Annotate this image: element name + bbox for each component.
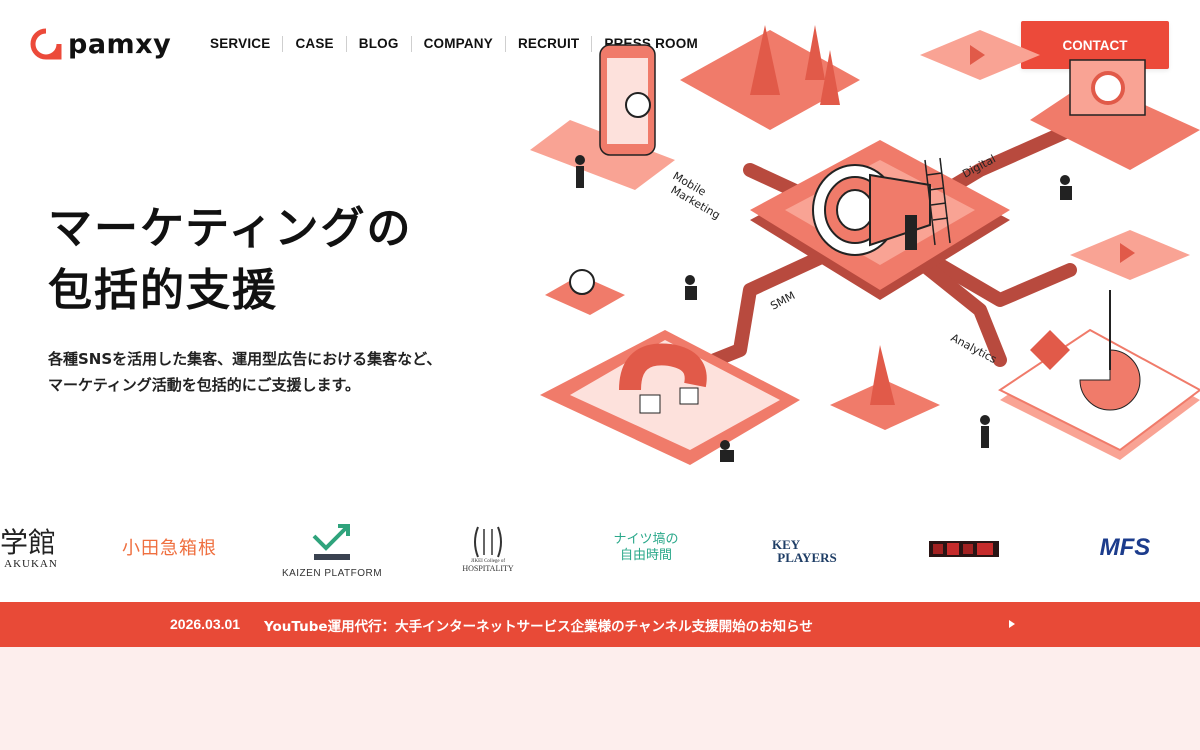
brand-logo[interactable]: pamxy [30, 28, 171, 60]
client-logo-odakyu-hakone: 小田急箱根 [112, 532, 227, 562]
client-sub: PLAYERS [777, 550, 837, 565]
client-logo-key-players: KEY PLAYERS [766, 534, 848, 568]
client-logo-naitsu-hanawa: ナイツ塙の 自由時間 [604, 528, 688, 568]
hero-title: マーケティングの 包括的支援 [48, 198, 412, 322]
client-name: ナイツ塙の [613, 532, 679, 547]
client-logo-shogakukan: 学館 AKUKAN [0, 524, 62, 574]
hero-title-line1: マーケティングの [48, 203, 413, 254]
pamxy-logo-icon [30, 28, 62, 60]
client-sub: AKUKAN [4, 558, 58, 570]
next-section-background [0, 647, 1200, 750]
news-date: 2026.03.01 [170, 616, 241, 632]
client-name: MFS [1099, 534, 1151, 561]
client-logo-jikei-hospitality: JIKEI College of HOSPITALITY [452, 518, 524, 580]
nav-case[interactable]: CASE [282, 36, 345, 52]
client-logo-kaizen-platform: KAIZEN PLATFORM [280, 514, 384, 584]
client-sub: HOSPITALITY [462, 564, 514, 573]
hero-subtitle-line1: 各種SNSを活用した集客、運用型広告における集客など、 [48, 350, 442, 368]
hero-subtitle: 各種SNSを活用した集客、運用型広告における集客など、 マーケティング活動を包括… [48, 346, 441, 398]
kaizen-check-icon [312, 523, 350, 560]
game-title-logo-icon [929, 541, 999, 557]
chevron-right-icon[interactable] [1005, 615, 1019, 633]
client-logo-game-title [926, 536, 1002, 562]
label-smm: SMM [768, 289, 797, 313]
client-logo-mfs: MFS [1094, 530, 1156, 566]
hero-title-line2: 包括的支援 [48, 265, 278, 316]
news-text[interactable]: YouTube運用代行：大手インターネットサービス企業様のチャンネル支援開始のお… [264, 615, 813, 635]
client-sub: 自由時間 [619, 548, 672, 563]
nav-service[interactable]: SERVICE [198, 36, 282, 52]
nav-blog[interactable]: BLOG [345, 36, 411, 52]
jikei-emblem-icon [474, 526, 502, 558]
hero-illustration: Mobile Marketing Digital SMM Analytics [530, 25, 1200, 465]
client-name: KAIZEN PLATFORM [281, 567, 383, 579]
nav-company[interactable]: COMPANY [410, 36, 505, 52]
client-name: 学館 [0, 526, 56, 559]
client-name: 小田急箱根 [122, 538, 217, 559]
news-bar[interactable]: 2026.03.01 YouTube運用代行：大手インターネットサービス企業様の… [0, 602, 1200, 647]
brand-name: pamxy [68, 28, 172, 60]
hero-subtitle-line2: マーケティング活動を包括的にご支援します。 [48, 376, 361, 394]
client-logos: 学館 AKUKAN 小田急箱根 KAIZEN PLATFORM JIKEI Co… [0, 510, 1200, 590]
